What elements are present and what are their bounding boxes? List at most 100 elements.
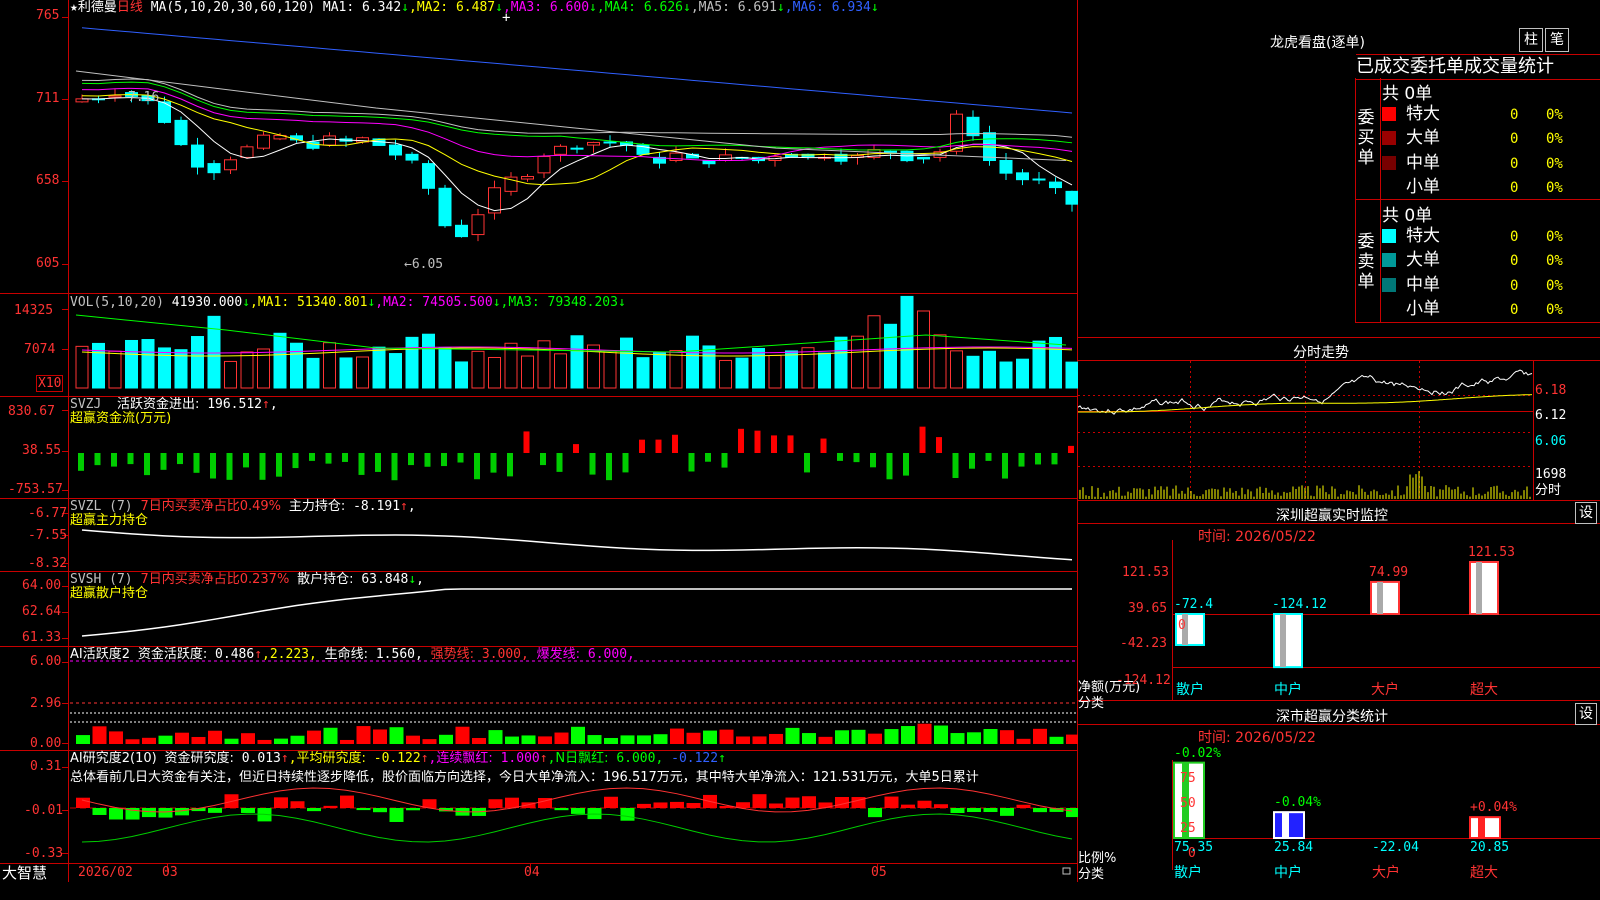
monitor-bar-value: -124.12 [1272,597,1327,612]
monitor-bar [1469,561,1499,615]
activity-bar [868,733,882,744]
activity-bar [901,726,915,744]
activity-bar [917,723,932,744]
research-bar [488,799,503,808]
sell-s2-color-swatch [1382,277,1396,292]
holding-line [81,588,1072,637]
research-bar [670,801,684,808]
capital-flow-bar [804,453,810,473]
volume-bar [735,357,749,389]
activity-bar [191,736,206,744]
svzj-subtitle: 超赢资金流(万元) [70,411,172,426]
volume-bar [570,335,584,389]
research-bar [340,795,354,808]
monitor-bar-value: -72.4 [1174,597,1214,612]
lock-icon [1062,867,1071,875]
intraday-title: 分时走势 [1293,345,1349,361]
classify-bar-1 [1273,811,1305,839]
volume-bar [290,342,303,389]
activity-bar [158,735,173,744]
monitor-bar-shade [1377,581,1383,614]
activity-bar [769,733,783,744]
activity-bar [719,729,734,744]
buy-row-count: 0 [1510,131,1519,148]
activity-bar [587,735,602,744]
activity-bar [389,727,404,744]
capital-flow-bar [969,453,975,469]
candle-body [471,214,485,236]
capital-flow-bar [688,453,695,472]
volume-bar [1016,358,1029,389]
volume-bar [141,339,155,389]
capital-flow-bar [606,453,612,481]
svsh-axis-bottom: 61.33 [22,630,62,645]
candle-body [587,141,600,146]
intraday-axis-bottom: 6.06 [1535,434,1567,449]
classify-axis-0: 75 [1180,771,1196,786]
research-bar [1033,808,1047,813]
volume-bar [950,350,963,389]
volume-bar [554,353,567,389]
candle-body [603,141,617,144]
activity-bar [934,725,948,744]
monitor-bar [1370,580,1400,616]
activity-bar [686,732,701,744]
activity-bar [736,736,750,744]
vol-legend: VOL(5,10,20) 41930.000↓,MA1: 51340.801↓,… [70,295,626,310]
period-label[interactable]: 日线 [117,0,143,15]
research-bar [1000,808,1014,816]
holding-line [81,529,1073,561]
volume-bar [785,350,798,389]
buy-row-count: 0 [1510,155,1519,172]
buy-b0-color-swatch [1382,107,1396,121]
research-bar [307,808,321,812]
sell-row-percent: 0% [1546,301,1563,318]
candle-body [521,176,534,180]
research-bar [637,803,651,808]
capital-flow-bar [622,453,629,473]
activity-bar [785,727,800,744]
activity-bars [70,660,1078,744]
capital-flow-bar [342,453,348,462]
ai2-axis-mid: -0.01 [24,803,64,818]
volume-bar [389,353,402,389]
classify-cat-label: 分类 [1078,867,1105,882]
volume-bar [224,360,237,389]
volume-bar [851,335,864,389]
capital-flow-bar [78,453,84,471]
volume-bar [158,347,171,389]
candle-body [422,163,435,189]
activity-bar [455,726,470,744]
svzj-axis-mid: 38.55 [22,443,62,458]
capital-flow-bar [193,453,200,473]
low-price-marker: ←6.05 [404,257,443,272]
monitor-settings-button[interactable]: 设 [1575,502,1597,524]
activity-bar [224,738,239,744]
research-bar [175,808,189,816]
classify-settings-button[interactable]: 设 [1575,703,1597,725]
buy-row-count: 0 [1510,107,1519,123]
research-bar [653,802,668,808]
research-bar [868,808,882,818]
sell-side-label: 委卖单 [1357,232,1375,292]
volume-bar [108,350,122,389]
activity-bar [488,730,503,744]
activity-bar [950,733,965,744]
research-bar [752,794,767,808]
buy-row-percent: 0% [1546,179,1563,196]
capital-flow-bar [952,453,959,479]
favorite-star-icon[interactable]: ★ [70,0,78,15]
research-bar [505,797,519,808]
volume-bar [471,350,485,389]
ai1-axis-bottom: 0.00 [30,736,62,751]
intraday-vol-axis: 1698 [1535,467,1567,482]
activity-bar [76,735,90,744]
kline-chart-area[interactable]: 7.16 ←6.05 + [0,0,1078,882]
volume-bar [306,357,320,389]
buy-row-percent: 0% [1546,155,1563,172]
activity-bar [967,732,981,744]
volume-bar [488,356,501,389]
capital-flow-bar [886,453,893,480]
research-bar [884,796,899,808]
right-panel-frame [1078,78,1600,870]
